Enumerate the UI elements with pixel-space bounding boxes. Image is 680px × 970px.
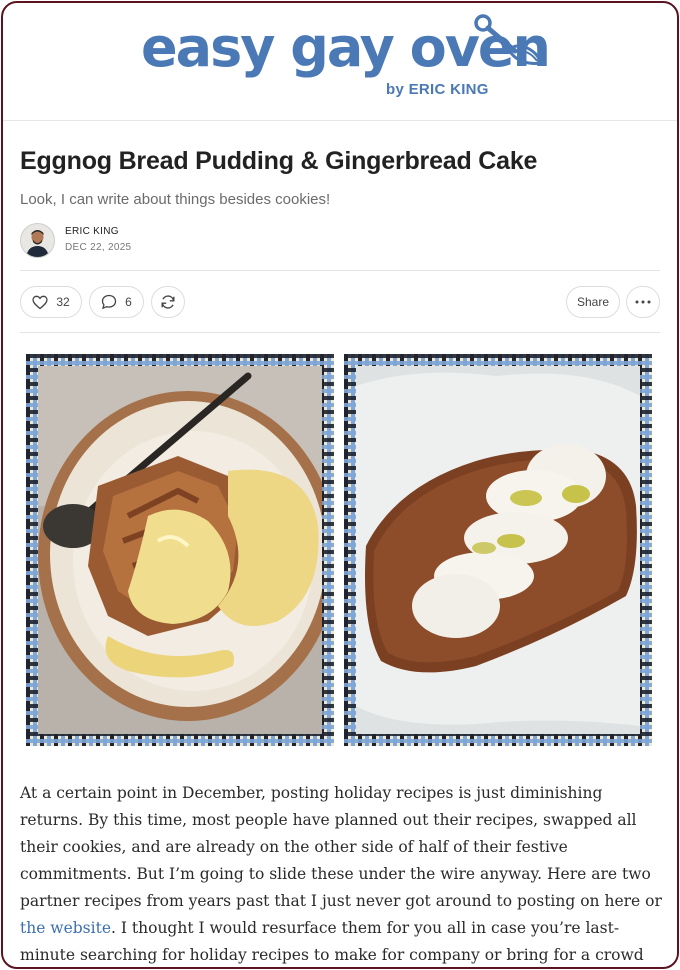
like-button[interactable]: 32 (20, 286, 82, 318)
divider (20, 332, 660, 333)
like-count: 32 (56, 295, 70, 309)
post-subtitle: Look, I can write about things besides c… (20, 191, 331, 208)
comment-button[interactable]: 6 (89, 286, 144, 318)
photo-eggnog-bread-pudding[interactable] (26, 354, 334, 746)
share-label: Share (576, 295, 610, 309)
site-logo-byline: by ERIC KING (386, 81, 489, 98)
comment-icon (102, 294, 117, 310)
heart-icon (32, 295, 48, 309)
whisk-icon (474, 14, 543, 65)
post-date: DEC 22, 2025 (65, 242, 132, 253)
restack-icon (161, 295, 175, 309)
website-link[interactable]: the website (20, 919, 111, 937)
author-name[interactable]: ERIC KING (65, 224, 131, 240)
restack-button[interactable] (151, 286, 185, 318)
photo-gingerbread-cake[interactable] (344, 354, 652, 746)
photo-content (356, 366, 640, 734)
author-avatar[interactable] (20, 222, 55, 258)
byline: ERIC KING DEC 22, 2025 (20, 222, 132, 258)
more-button[interactable] (626, 286, 660, 318)
more-icon (635, 300, 651, 304)
body-text-segment: At a certain point in December, posting … (20, 784, 662, 910)
masthead: easy gay oven by ERIC KING (3, 3, 677, 121)
post-title: Eggnog Bread Pudding & Gingerbread Cake (20, 147, 538, 175)
body-text-segment: . I thought I would resurface them for y… (20, 919, 644, 964)
page-frame: easy gay oven by ERIC KING Eggnog Bread … (1, 1, 679, 969)
comment-count: 6 (125, 295, 132, 309)
post-body: At a certain point in December, posting … (20, 780, 662, 967)
divider (20, 270, 660, 271)
share-button[interactable]: Share (566, 286, 620, 318)
photo-content (38, 366, 322, 734)
